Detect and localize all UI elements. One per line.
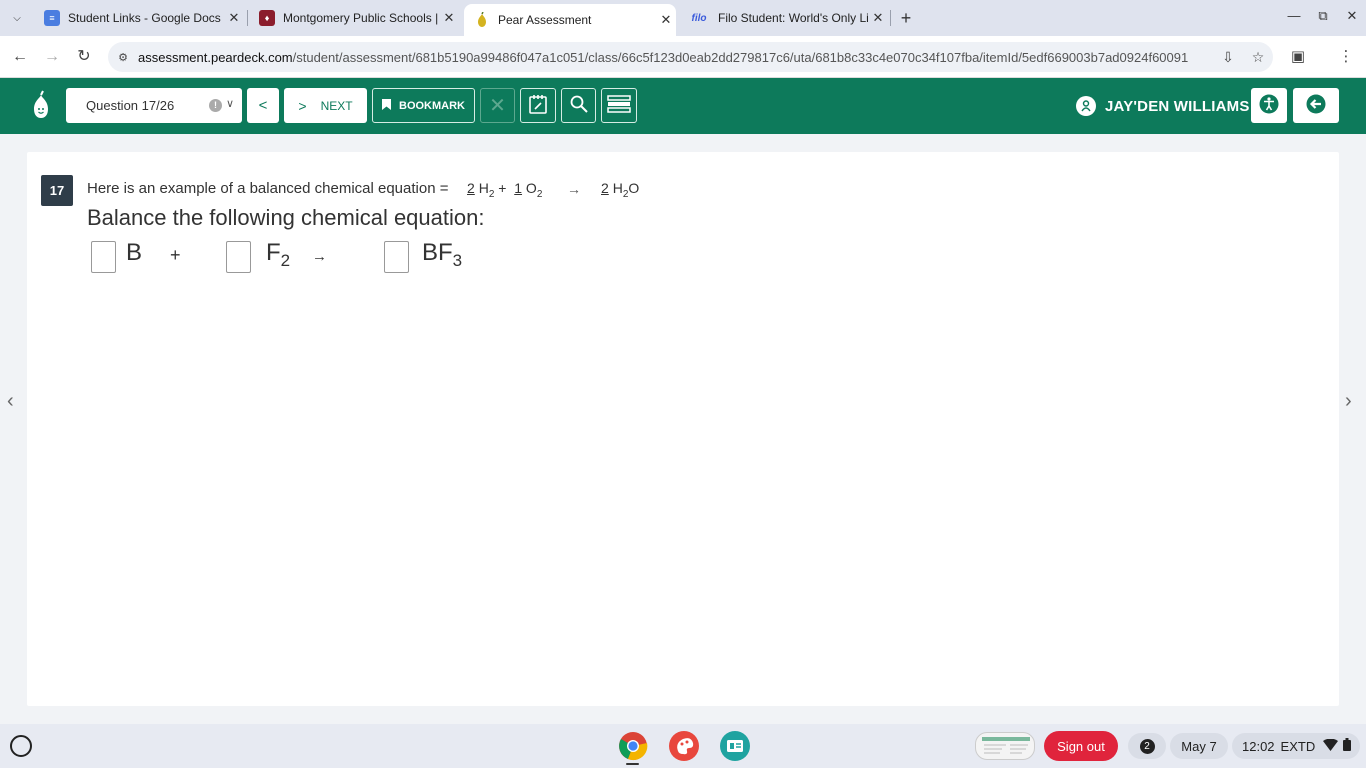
chrome-icon[interactable]: [618, 731, 648, 761]
close-window-icon[interactable]: ✕: [1342, 8, 1362, 24]
back-arrow-icon[interactable]: ←: [8, 45, 32, 69]
address-bar[interactable]: ⚙ assessment.peardeck.com/student/assess…: [108, 42, 1273, 72]
tab-divider: [890, 10, 891, 26]
time-zone: EXTD: [1280, 738, 1316, 754]
filo-icon: filo: [691, 12, 707, 24]
battery-icon: [1343, 738, 1352, 754]
reactant-b: B: [126, 239, 143, 266]
close-tab-icon[interactable]: ✕: [439, 10, 459, 26]
previous-page-chevron-icon[interactable]: ‹: [7, 390, 14, 413]
notepad-button[interactable]: [520, 88, 556, 123]
system-shelf: Sign out 2 May 7 12:02 EXTD: [0, 724, 1366, 768]
question-select[interactable]: Question 17/26 ! ∨: [66, 88, 242, 123]
pear-icon: [474, 12, 490, 28]
notification-count: 2: [1139, 738, 1155, 754]
notepad-icon: [529, 94, 547, 117]
exit-button[interactable]: [1293, 88, 1339, 123]
previous-button[interactable]: <: [247, 88, 279, 123]
coefficient-input-f2[interactable]: [226, 241, 251, 273]
close-tab-icon[interactable]: ✕: [656, 12, 676, 28]
next-button[interactable]: > NEXT: [284, 88, 367, 123]
accessibility-button[interactable]: [1251, 88, 1287, 123]
date-tray[interactable]: May 7: [1170, 733, 1228, 759]
line-reader-icon: [607, 95, 631, 116]
google-docs-icon: ≡: [44, 10, 60, 26]
plus-sign: +: [170, 245, 181, 265]
notification-center-button[interactable]: 2: [1128, 733, 1166, 759]
running-indicator: [626, 763, 639, 765]
sign-out-button[interactable]: Sign out: [1044, 731, 1118, 761]
example-arrow: →: [567, 181, 581, 197]
launcher-icon[interactable]: [10, 735, 32, 757]
coefficient-input-b[interactable]: [91, 241, 116, 273]
line-reader-button[interactable]: [601, 88, 637, 123]
tab-search-chevron-icon[interactable]: ⌵: [6, 8, 28, 28]
new-tab-plus-icon[interactable]: +: [896, 8, 916, 28]
extensions-puzzle-icon[interactable]: ▣: [1286, 45, 1310, 69]
canvas-paint-icon[interactable]: [669, 731, 699, 761]
user-icon: [1076, 96, 1096, 116]
chevron-down-icon: ∨: [225, 98, 234, 110]
product-bf3: BF3: [422, 239, 463, 270]
question-prompt: Balance the following chemical equation:: [87, 205, 485, 230]
bookmark-icon: [382, 98, 391, 113]
restore-window-icon[interactable]: ⧉: [1313, 8, 1333, 24]
bookmark-star-icon[interactable]: ☆: [1243, 49, 1273, 66]
example-reactants: 2 H2 + 1 O2: [467, 180, 543, 200]
tab-pear-assessment[interactable]: Pear Assessment ✕: [464, 4, 676, 36]
example-product: 2 H2O: [601, 180, 640, 200]
x-icon: ✕: [489, 95, 506, 117]
question-number-badge: 17: [41, 175, 73, 206]
example-text: Here is an example of a balanced chemica…: [87, 180, 449, 197]
tab-montgomery-public-schools[interactable]: ♦ Montgomery Public Schools | H ✕: [249, 4, 459, 32]
site-settings-icon[interactable]: ⚙: [108, 51, 138, 64]
exit-arrow-icon: [1306, 94, 1326, 117]
user-profile: JAY'DEN WILLIAMS: [1076, 96, 1250, 116]
screenshot-thumbnail[interactable]: [975, 732, 1035, 760]
school-crest-icon: ♦: [259, 10, 275, 26]
forward-arrow-icon[interactable]: →: [40, 45, 64, 69]
status-tray[interactable]: 12:02 EXTD: [1232, 733, 1360, 759]
next-page-chevron-icon[interactable]: ›: [1345, 390, 1352, 413]
zoom-button[interactable]: [561, 88, 596, 123]
browser-toolbar: ← → ↻ ⚙ assessment.peardeck.com/student/…: [0, 36, 1366, 78]
chevron-left-icon: <: [258, 97, 268, 114]
coefficient-input-bf3[interactable]: [384, 241, 409, 273]
minimize-icon[interactable]: —: [1284, 8, 1304, 23]
tab-student-links[interactable]: ≡ Student Links - Google Docs ✕: [34, 4, 244, 32]
browser-tab-strip: ⌵ ≡ Student Links - Google Docs ✕ ♦ Mont…: [0, 0, 1366, 36]
accessibility-icon: [1259, 94, 1279, 117]
chevron-right-icon: >: [298, 97, 307, 114]
classroom-app-icon[interactable]: [720, 731, 750, 761]
eliminate-button[interactable]: ✕: [480, 88, 515, 123]
reaction-arrow: →: [312, 248, 327, 265]
pear-logo-icon: [30, 90, 52, 120]
info-icon: !: [209, 99, 222, 112]
assessment-header: Question 17/26 ! ∨ < > NEXT BOOKMARK ✕ J…: [0, 78, 1366, 134]
wifi-icon: [1323, 738, 1339, 754]
tab-filo-student[interactable]: filo Filo Student: World's Only Live ✕: [678, 4, 888, 32]
question-card: [27, 152, 1339, 706]
bookmark-button[interactable]: BOOKMARK: [372, 88, 475, 123]
install-app-icon[interactable]: ⇩: [1213, 49, 1243, 66]
clock-time: 12:02: [1242, 738, 1275, 754]
tab-divider: [247, 10, 248, 26]
reactant-f2: F2: [266, 239, 291, 270]
browser-menu-icon[interactable]: ⋮: [1334, 45, 1358, 69]
close-tab-icon[interactable]: ✕: [868, 10, 888, 26]
magnifier-icon: [570, 95, 588, 116]
url-text[interactable]: assessment.peardeck.com/student/assessme…: [138, 50, 1213, 65]
close-tab-icon[interactable]: ✕: [224, 10, 244, 26]
reload-icon[interactable]: ↻: [72, 45, 96, 69]
